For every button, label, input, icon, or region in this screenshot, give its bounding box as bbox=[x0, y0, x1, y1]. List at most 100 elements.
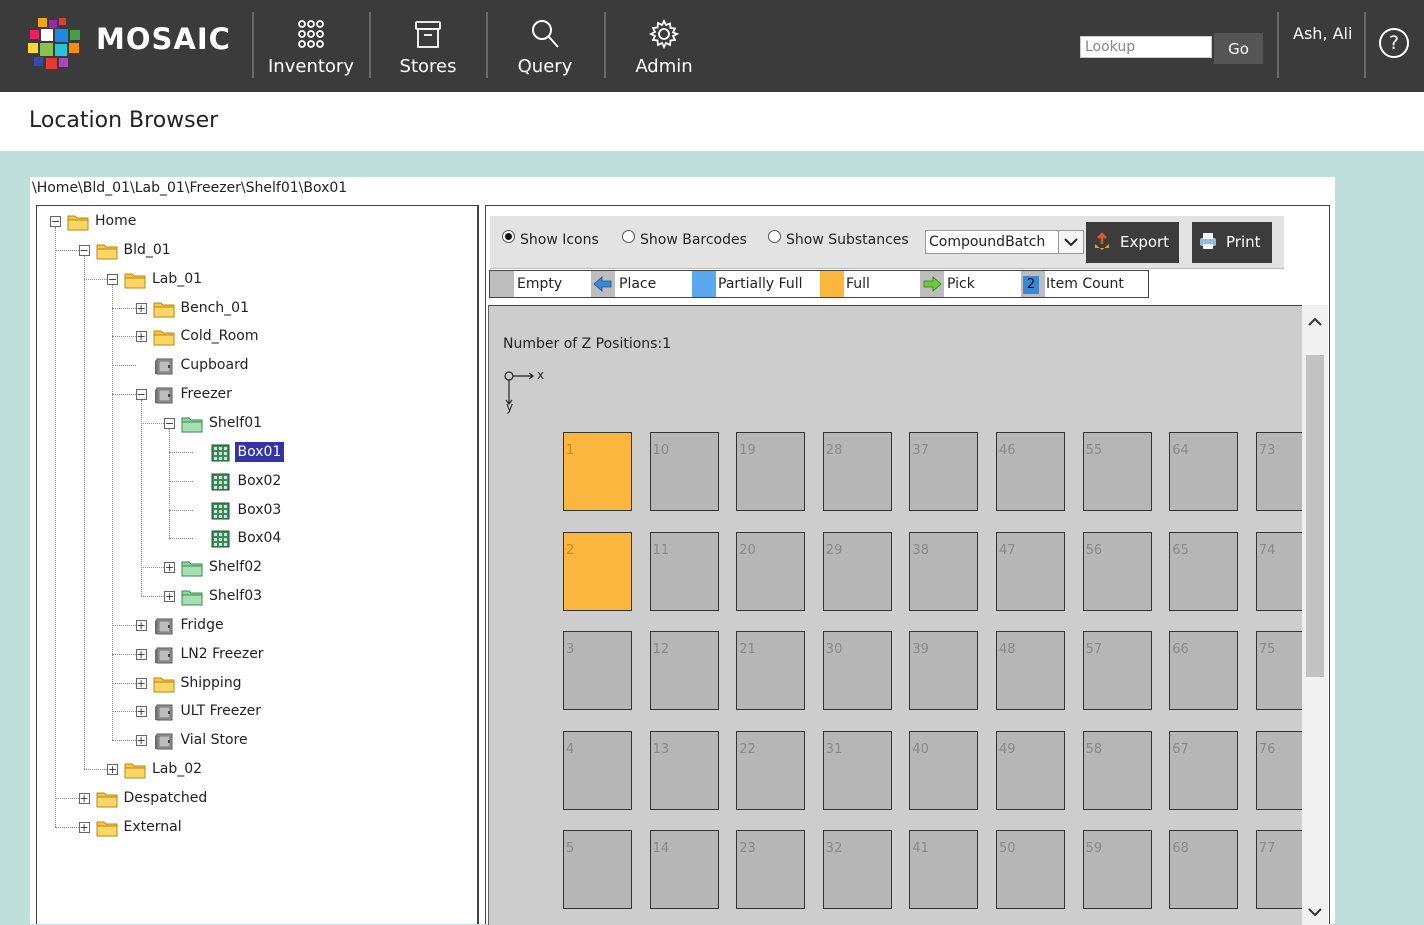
box-position-cell[interactable]: 32 bbox=[822, 830, 892, 909]
collapse-toggle-icon[interactable]: − bbox=[135, 389, 147, 401]
box-position-cell[interactable]: 75 bbox=[1255, 631, 1302, 710]
grid-vertical-scrollbar[interactable] bbox=[1302, 305, 1328, 925]
box-position-cell[interactable]: 48 bbox=[996, 631, 1065, 710]
tree-node-label[interactable]: Home bbox=[92, 208, 139, 234]
tree-node[interactable]: − Shelf01 bbox=[37, 410, 477, 436]
tree-node-label[interactable]: Bld_01 bbox=[121, 237, 174, 263]
expand-toggle-icon[interactable]: + bbox=[135, 677, 147, 689]
box-position-cell[interactable]: 37 bbox=[909, 432, 979, 511]
box-position-cell[interactable]: 40 bbox=[909, 730, 979, 810]
box-position-cell[interactable]: 1 bbox=[563, 432, 632, 511]
export-button[interactable]: Export bbox=[1086, 222, 1179, 263]
tree-node-label[interactable]: Fridge bbox=[178, 612, 227, 638]
tree-node[interactable]: + Despatched bbox=[37, 785, 477, 811]
box-position-cell[interactable]: 68 bbox=[1169, 830, 1239, 909]
expand-toggle-icon[interactable]: + bbox=[78, 821, 90, 833]
tree-node-label[interactable]: Shelf01 bbox=[206, 410, 265, 436]
box-position-cell[interactable]: 19 bbox=[736, 432, 806, 511]
user-name[interactable]: Ash, Ali bbox=[1293, 24, 1352, 43]
nav-query[interactable]: Query bbox=[487, 14, 603, 82]
box-position-cell[interactable]: 56 bbox=[1082, 531, 1152, 611]
tree-node[interactable]: + Fridge bbox=[37, 612, 477, 638]
tree-node[interactable]: + Shelf02 bbox=[37, 554, 477, 580]
tree-node[interactable]: + Bench_01 bbox=[37, 295, 477, 321]
tree-node-label[interactable]: Box02 bbox=[235, 468, 285, 494]
box-position-cell[interactable]: 11 bbox=[649, 531, 719, 611]
box-position-cell[interactable]: 66 bbox=[1169, 631, 1239, 710]
tree-node-label[interactable]: Shelf03 bbox=[206, 583, 265, 609]
show-icons-radio[interactable] bbox=[502, 230, 515, 243]
box-position-cell[interactable]: 47 bbox=[996, 531, 1065, 611]
box-position-cell[interactable]: 22 bbox=[736, 730, 806, 810]
box-position-cell[interactable]: 10 bbox=[649, 432, 719, 511]
tree-node-label[interactable]: Despatched bbox=[121, 785, 211, 811]
lookup-input[interactable] bbox=[1080, 36, 1212, 58]
tree-node[interactable]: Cupboard bbox=[37, 352, 477, 378]
tree-node[interactable]: + ULT Freezer bbox=[37, 698, 477, 724]
tree-node-label[interactable]: Freezer bbox=[178, 381, 235, 407]
scroll-up-icon[interactable] bbox=[1306, 313, 1324, 331]
box-position-cell[interactable]: 57 bbox=[1082, 631, 1152, 710]
expand-toggle-icon[interactable]: + bbox=[135, 302, 147, 314]
box-position-cell[interactable]: 5 bbox=[563, 830, 632, 909]
tree-node[interactable]: Box02 bbox=[37, 468, 477, 494]
box-position-cell[interactable]: 3 bbox=[563, 631, 632, 710]
tree-node-label[interactable]: Lab_01 bbox=[149, 266, 205, 292]
tree-node-label[interactable]: Vial Store bbox=[178, 727, 251, 753]
box-position-cell[interactable]: 14 bbox=[649, 830, 719, 909]
show-icons-label[interactable]: Show Icons bbox=[520, 232, 599, 248]
expand-toggle-icon[interactable]: + bbox=[164, 591, 175, 603]
expand-toggle-icon[interactable]: + bbox=[135, 648, 147, 660]
box-position-cell[interactable]: 12 bbox=[649, 631, 719, 710]
expand-toggle-icon[interactable]: + bbox=[164, 562, 175, 574]
tree-node-label[interactable]: Cupboard bbox=[178, 352, 252, 378]
tree-node-label[interactable]: Box04 bbox=[235, 525, 285, 551]
tree-node[interactable]: + Lab_02 bbox=[37, 756, 477, 782]
box-position-cell[interactable]: 64 bbox=[1169, 432, 1239, 511]
expand-toggle-icon[interactable]: + bbox=[135, 706, 147, 718]
tree-node[interactable]: + Cold_Room bbox=[37, 323, 477, 349]
collapse-toggle-icon[interactable]: − bbox=[50, 216, 61, 227]
box-position-cell[interactable]: 77 bbox=[1255, 830, 1302, 909]
chevron-down-icon[interactable] bbox=[1058, 231, 1083, 253]
tree-node-label[interactable]: ULT Freezer bbox=[178, 698, 265, 724]
tree-node[interactable]: + Shipping bbox=[37, 670, 477, 696]
tree-node[interactable]: − Bld_01 bbox=[37, 237, 477, 263]
tree-node[interactable]: + Shelf03 bbox=[37, 583, 477, 609]
scrollbar-thumb[interactable] bbox=[1306, 355, 1324, 677]
lookup-go-button[interactable]: Go bbox=[1214, 33, 1263, 64]
tree-node[interactable]: + Vial Store bbox=[37, 727, 477, 753]
expand-toggle-icon[interactable]: + bbox=[107, 764, 118, 776]
nav-admin[interactable]: Admin bbox=[606, 14, 722, 82]
expand-toggle-icon[interactable]: + bbox=[78, 793, 90, 804]
box-position-cell[interactable]: 59 bbox=[1082, 830, 1152, 909]
show-barcodes-label[interactable]: Show Barcodes bbox=[640, 232, 747, 248]
substance-type-select[interactable]: CompoundBatch bbox=[925, 230, 1084, 254]
tree-node[interactable]: Box01 bbox=[37, 439, 477, 465]
nav-stores[interactable]: Stores bbox=[370, 14, 486, 82]
show-substances-label[interactable]: Show Substances bbox=[786, 232, 909, 248]
box-position-cell[interactable]: 23 bbox=[736, 830, 806, 909]
tree-node[interactable]: + LN2 Freezer bbox=[37, 641, 477, 667]
tree-node[interactable]: Box04 bbox=[37, 525, 477, 551]
collapse-toggle-icon[interactable]: − bbox=[164, 417, 175, 429]
box-position-cell[interactable]: 21 bbox=[736, 631, 806, 710]
tree-node[interactable]: Box03 bbox=[37, 497, 477, 523]
tree-node[interactable]: − Freezer bbox=[37, 381, 477, 407]
scroll-down-icon[interactable] bbox=[1306, 903, 1324, 921]
expand-toggle-icon[interactable]: + bbox=[135, 619, 147, 631]
box-position-cell[interactable]: 74 bbox=[1255, 531, 1302, 611]
tree-node-label[interactable]: Box03 bbox=[235, 497, 285, 523]
help-icon[interactable]: ? bbox=[1379, 28, 1409, 58]
tree-node[interactable]: − Home bbox=[37, 208, 477, 234]
splitter-handle[interactable] bbox=[478, 205, 486, 924]
tree-node-label[interactable]: LN2 Freezer bbox=[178, 641, 267, 667]
box-position-cell[interactable]: 41 bbox=[909, 830, 979, 909]
expand-toggle-icon[interactable]: + bbox=[135, 331, 147, 343]
box-position-cell[interactable]: 49 bbox=[996, 730, 1065, 810]
box-position-cell[interactable]: 13 bbox=[649, 730, 719, 810]
box-position-cell[interactable]: 76 bbox=[1255, 730, 1302, 810]
tree-node-label[interactable]: Shipping bbox=[178, 670, 245, 696]
tree-node[interactable]: − Lab_01 bbox=[37, 266, 477, 292]
box-position-cell[interactable]: 29 bbox=[822, 531, 892, 611]
